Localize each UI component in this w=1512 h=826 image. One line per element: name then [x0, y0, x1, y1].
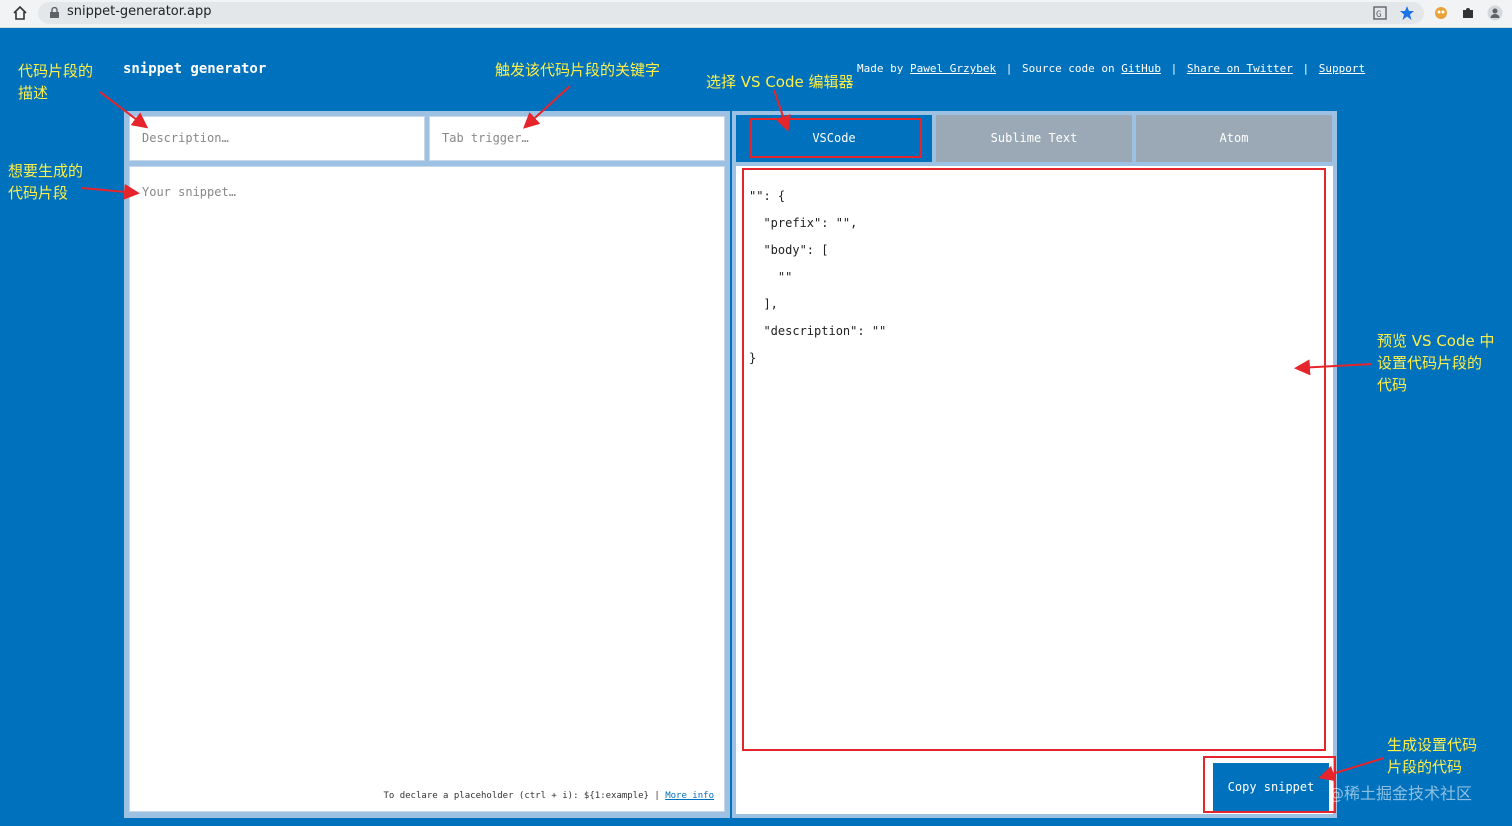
arrow-trigger: [523, 85, 571, 129]
arrow-editor: [773, 89, 791, 132]
annotation-arrows: [81, 85, 1385, 782]
arrow-copy: [1318, 757, 1385, 782]
arrow-preview: [1294, 359, 1373, 376]
arrow-snippet: [81, 183, 140, 200]
watermark: @稀土掘金技术社区: [1328, 784, 1473, 803]
arrow-description: [99, 91, 149, 129]
